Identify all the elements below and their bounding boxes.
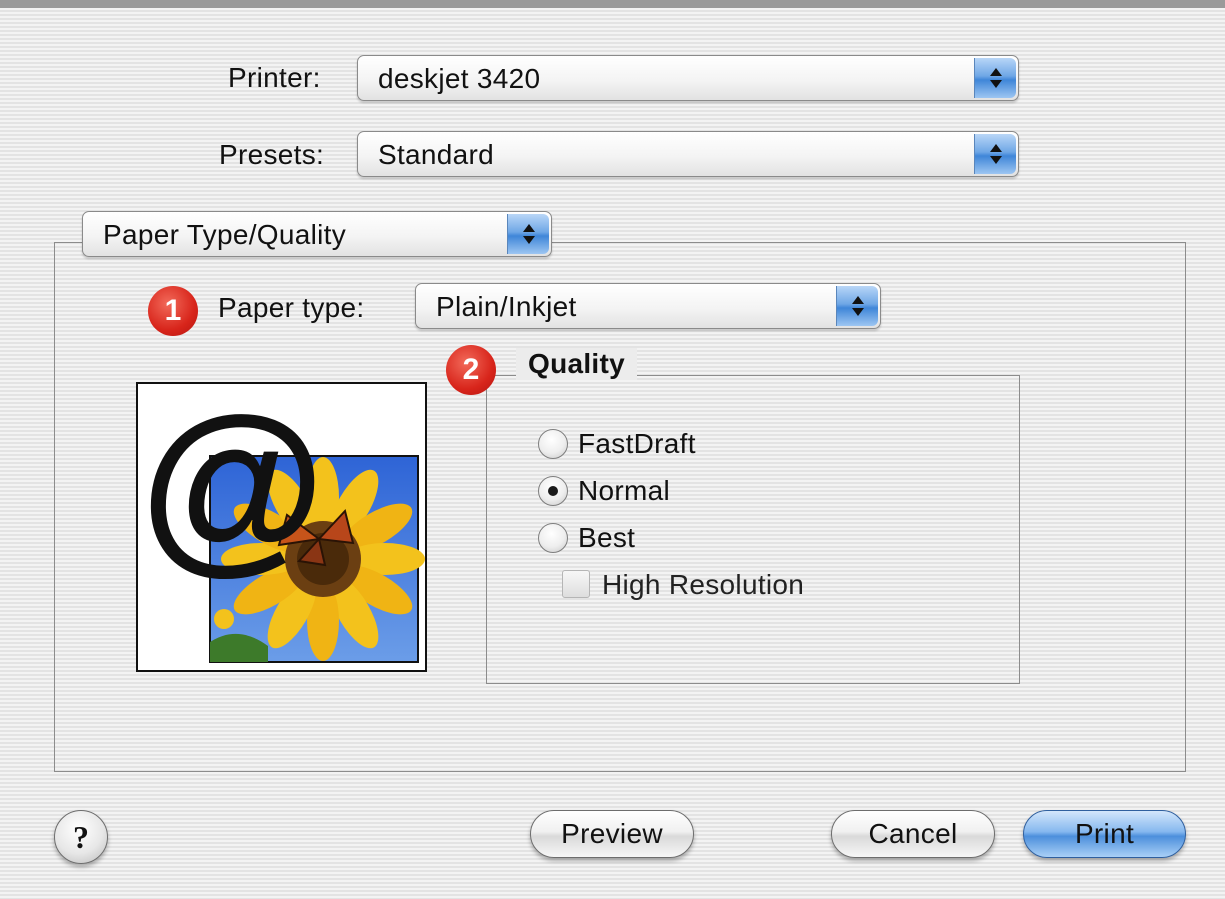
window-top-edge (0, 0, 1225, 8)
preview-button[interactable]: Preview (530, 810, 694, 858)
radio-normal-label[interactable]: Normal (578, 475, 670, 507)
sunflower-at-preview-icon: @ (140, 384, 425, 663)
quality-group (486, 375, 1020, 684)
help-icon[interactable]: ? (54, 810, 108, 864)
panel-menu-popup[interactable]: Paper Type/Quality (82, 211, 552, 257)
up-down-arrows-icon (974, 58, 1016, 98)
radio-best-label[interactable]: Best (578, 522, 635, 554)
up-down-arrows-icon (507, 214, 549, 254)
paper-type-popup[interactable]: Plain/Inkjet (415, 283, 881, 329)
printer-label: Printer: (228, 62, 321, 93)
radio-fastdraft-label[interactable]: FastDraft (578, 428, 696, 460)
printer-popup-value: deskjet 3420 (378, 63, 541, 94)
presets-popup[interactable]: Standard (357, 131, 1019, 177)
paper-type-label: Paper type: (218, 292, 365, 323)
paper-type-value: Plain/Inkjet (436, 291, 577, 322)
high-resolution-label[interactable]: High Resolution (602, 569, 804, 601)
high-resolution-checkbox[interactable] (562, 570, 590, 598)
radio-fastdraft[interactable] (538, 429, 568, 459)
callout-badge-2: 2 (446, 345, 496, 395)
print-button[interactable]: Print (1023, 810, 1186, 858)
presets-label: Presets: (219, 139, 325, 170)
quality-title: Quality (516, 348, 638, 380)
printer-popup[interactable]: deskjet 3420 (357, 55, 1019, 101)
cancel-button[interactable]: Cancel (831, 810, 995, 858)
radio-best[interactable] (538, 523, 568, 553)
presets-popup-value: Standard (378, 139, 495, 170)
up-down-arrows-icon (974, 134, 1016, 174)
at-sign-glyph: @ (140, 384, 325, 590)
paper-preview-image: @ (136, 382, 427, 672)
up-down-arrows-icon (836, 286, 878, 326)
radio-normal[interactable] (538, 476, 568, 506)
callout-badge-1: 1 (148, 286, 198, 336)
panel-menu-value: Paper Type/Quality (103, 219, 347, 250)
